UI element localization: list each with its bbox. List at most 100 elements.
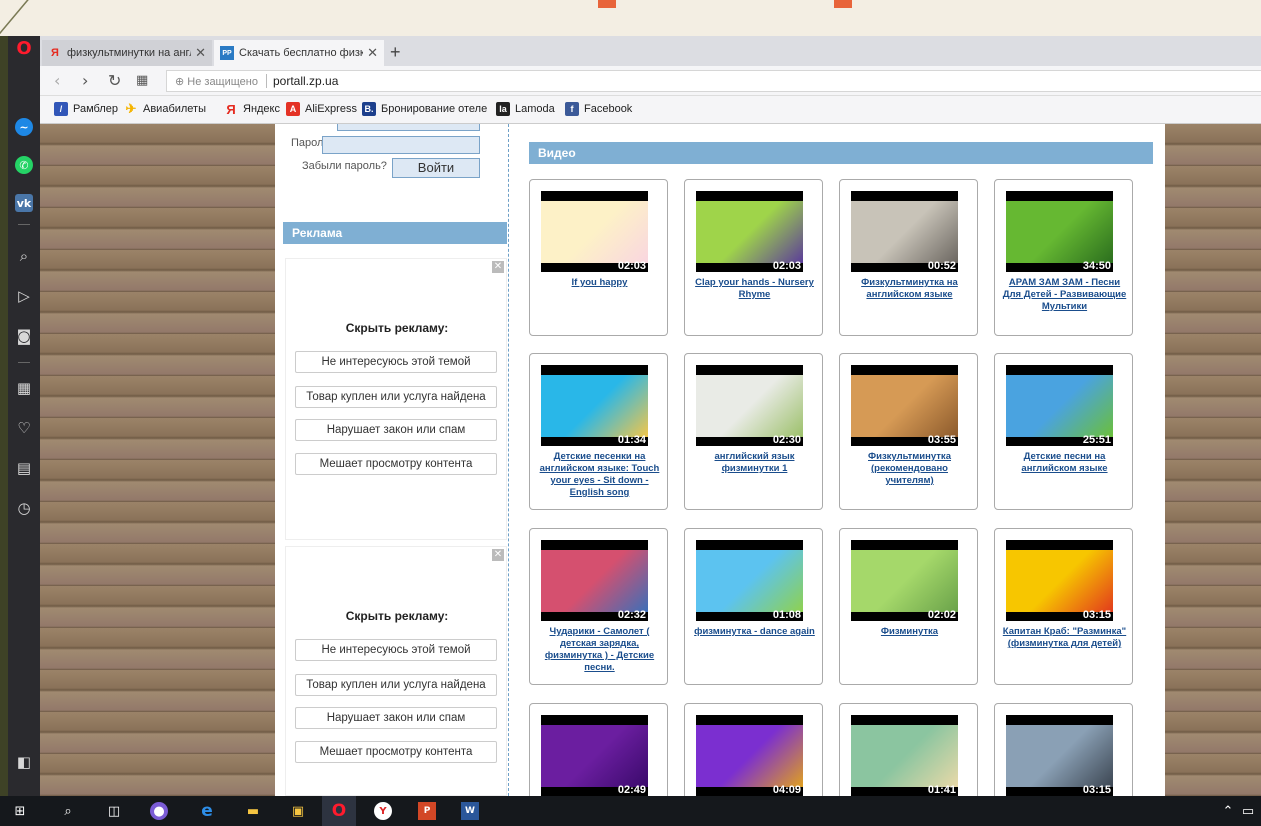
- tab-portall[interactable]: PP Скачать бесплатно физку ✕: [214, 40, 384, 66]
- video-thumbnail[interactable]: 02:32: [541, 540, 648, 621]
- hide-ad-option-button[interactable]: Товар куплен или услуга найдена: [295, 386, 497, 408]
- video-title-link[interactable]: Clap your hands - Nursery Rhyme: [691, 277, 818, 301]
- video-thumbnail[interactable]: 03:15: [1006, 540, 1113, 621]
- hide-ad-option-button[interactable]: Мешает просмотру контента: [295, 741, 497, 763]
- video-title-link[interactable]: Физкультминутка (рекомендовано учителям): [846, 451, 973, 487]
- cortana-icon[interactable]: ●: [150, 802, 168, 820]
- close-icon[interactable]: ✕: [195, 45, 206, 61]
- vk-icon[interactable]: vk: [15, 194, 33, 212]
- video-card[interactable]: 34:50 APAM ЗАМ ЗАМ - Песни Для Детей - Ра…: [994, 179, 1133, 336]
- hide-ad-option-button[interactable]: Не интересуюсь этой темой: [295, 639, 497, 661]
- video-card[interactable]: 04:09: [684, 703, 823, 796]
- video-card[interactable]: 03:15: [994, 703, 1133, 796]
- back-icon[interactable]: ‹: [54, 71, 60, 90]
- messenger-icon[interactable]: ~: [15, 118, 33, 136]
- search-icon[interactable]: ⌕: [12, 244, 36, 268]
- tray-chevron-icon[interactable]: ⌃: [1218, 801, 1238, 821]
- speed-dial-icon[interactable]: ▦: [12, 376, 36, 400]
- close-icon[interactable]: ✕: [492, 261, 504, 273]
- hide-ad-option-button[interactable]: Не интересуюсь этой темой: [295, 351, 497, 373]
- video-thumbnail[interactable]: 01:08: [696, 540, 803, 621]
- video-thumbnail[interactable]: 04:09: [696, 715, 803, 796]
- bookmark-booking[interactable]: B. Бронирование отеле: [362, 102, 487, 116]
- video-card[interactable]: 03:15 Капитан Краб: "Разминка" (физминутк…: [994, 528, 1133, 685]
- video-card[interactable]: 01:41: [839, 703, 978, 796]
- video-card[interactable]: 02:49: [529, 703, 668, 796]
- video-title-link[interactable]: физминутка - dance again: [691, 626, 818, 638]
- video-thumbnail[interactable]: 01:34: [541, 365, 648, 446]
- bookmark-aliexpress[interactable]: A AliExpress: [286, 102, 357, 116]
- video-title-link[interactable]: Физкультминутка на английском языке: [846, 277, 973, 301]
- snapshot-camera-icon[interactable]: ◙: [12, 324, 36, 348]
- video-thumbnail[interactable]: 02:02: [851, 540, 958, 621]
- history-clock-icon[interactable]: ◷: [12, 496, 36, 520]
- video-title-link[interactable]: Физминутка: [846, 626, 973, 638]
- hide-ad-option-button[interactable]: Нарушает закон или спам: [295, 707, 497, 729]
- bookmark-rambler[interactable]: / Рамблер: [54, 102, 118, 116]
- forward-icon[interactable]: ›: [82, 71, 88, 90]
- security-indicator[interactable]: ⊕ Не защищено: [175, 75, 258, 88]
- bookmark-facebook[interactable]: f Facebook: [565, 102, 632, 116]
- video-card[interactable]: 02:30 английский язык физминутки 1: [684, 353, 823, 510]
- video-thumbnail[interactable]: 03:15: [1006, 715, 1113, 796]
- video-title-link[interactable]: APAM ЗАМ ЗАМ - Песни Для Детей - Развива…: [1001, 277, 1128, 313]
- forgot-password-link[interactable]: Забыли пароль?: [302, 160, 387, 172]
- reload-icon[interactable]: ↻: [108, 71, 121, 90]
- opera-logo-icon[interactable]: O: [12, 36, 36, 60]
- close-icon[interactable]: ✕: [492, 549, 504, 561]
- password-field[interactable]: [322, 136, 480, 154]
- edge-icon[interactable]: e: [197, 801, 217, 821]
- login-button[interactable]: Войти: [392, 158, 480, 178]
- video-thumbnail[interactable]: 02:49: [541, 715, 648, 796]
- whatsapp-icon[interactable]: ✆: [15, 156, 33, 174]
- powerpoint-icon[interactable]: P: [418, 802, 436, 820]
- video-title-link[interactable]: Детские песенки на английском языке: Tou…: [536, 451, 663, 499]
- opera-taskbar-icon[interactable]: O: [322, 796, 356, 826]
- video-card[interactable]: 02:02 Физминутка: [839, 528, 978, 685]
- video-card[interactable]: 02:03 Clap your hands - Nursery Rhyme: [684, 179, 823, 336]
- bookmarks-heart-icon[interactable]: ♡: [12, 416, 36, 440]
- video-thumbnail[interactable]: 02:03: [541, 191, 648, 272]
- video-thumbnail[interactable]: 34:50: [1006, 191, 1113, 272]
- search-icon[interactable]: ⌕: [58, 801, 78, 821]
- url-field[interactable]: ⊕ Не защищено portall.zp.ua: [166, 70, 1261, 92]
- video-card[interactable]: 01:08 физминутка - dance again: [684, 528, 823, 685]
- video-card[interactable]: 02:32 Чударики - Самолет ( детская зарядк…: [529, 528, 668, 685]
- windows-start-icon[interactable]: ⊞: [10, 801, 30, 821]
- video-thumbnail[interactable]: 01:41: [851, 715, 958, 796]
- video-card[interactable]: 03:55 Физкультминутка (рекомендовано учит…: [839, 353, 978, 510]
- video-thumbnail[interactable]: 02:03: [696, 191, 803, 272]
- video-card[interactable]: 00:52 Физкультминутка на английском языке: [839, 179, 978, 336]
- sidebar-toggle-icon[interactable]: ◧: [12, 750, 36, 774]
- tab-search-results[interactable]: Я физкультминутки на англ ✕: [42, 40, 212, 66]
- speed-dial-grid-icon[interactable]: ▦: [136, 73, 148, 88]
- username-field[interactable]: [337, 124, 480, 131]
- bookmark-aviabilety[interactable]: ✈ Авиабилеты: [124, 101, 206, 116]
- flow-send-icon[interactable]: ▷: [12, 284, 36, 308]
- video-thumbnail[interactable]: 25:51: [1006, 365, 1113, 446]
- store-icon[interactable]: ▣: [288, 801, 308, 821]
- video-card[interactable]: 25:51 Детские песни на английском языке: [994, 353, 1133, 510]
- hide-ad-option-button[interactable]: Мешает просмотру контента: [295, 453, 497, 475]
- video-thumbnail[interactable]: 00:52: [851, 191, 958, 272]
- video-title-link[interactable]: If you happy: [536, 277, 663, 289]
- video-title-link[interactable]: Детские песни на английском языке: [1001, 451, 1128, 475]
- hide-ad-option-button[interactable]: Товар куплен или услуга найдена: [295, 674, 497, 696]
- bookmark-yandex[interactable]: Я Яндекс: [224, 102, 280, 117]
- video-card[interactable]: 02:03 If you happy: [529, 179, 668, 336]
- notification-icon[interactable]: ▭: [1238, 801, 1258, 821]
- word-icon[interactable]: W: [461, 802, 479, 820]
- task-view-icon[interactable]: ◫: [104, 801, 124, 821]
- video-title-link[interactable]: Чударики - Самолет ( детская зарядка, фи…: [536, 626, 663, 674]
- video-card[interactable]: 01:34 Детские песенки на английском языке…: [529, 353, 668, 510]
- file-explorer-icon[interactable]: ▬: [243, 801, 263, 821]
- close-icon[interactable]: ✕: [367, 45, 378, 61]
- hide-ad-option-button[interactable]: Нарушает закон или спам: [295, 419, 497, 441]
- news-icon[interactable]: ▤: [12, 456, 36, 480]
- new-tab-button[interactable]: +: [390, 42, 401, 63]
- video-title-link[interactable]: Капитан Краб: "Разминка" (физминутка для…: [1001, 626, 1128, 650]
- yandex-browser-icon[interactable]: Y: [374, 802, 392, 820]
- video-title-link[interactable]: английский язык физминутки 1: [691, 451, 818, 475]
- video-thumbnail[interactable]: 02:30: [696, 365, 803, 446]
- bookmark-lamoda[interactable]: la Lamoda: [496, 102, 555, 116]
